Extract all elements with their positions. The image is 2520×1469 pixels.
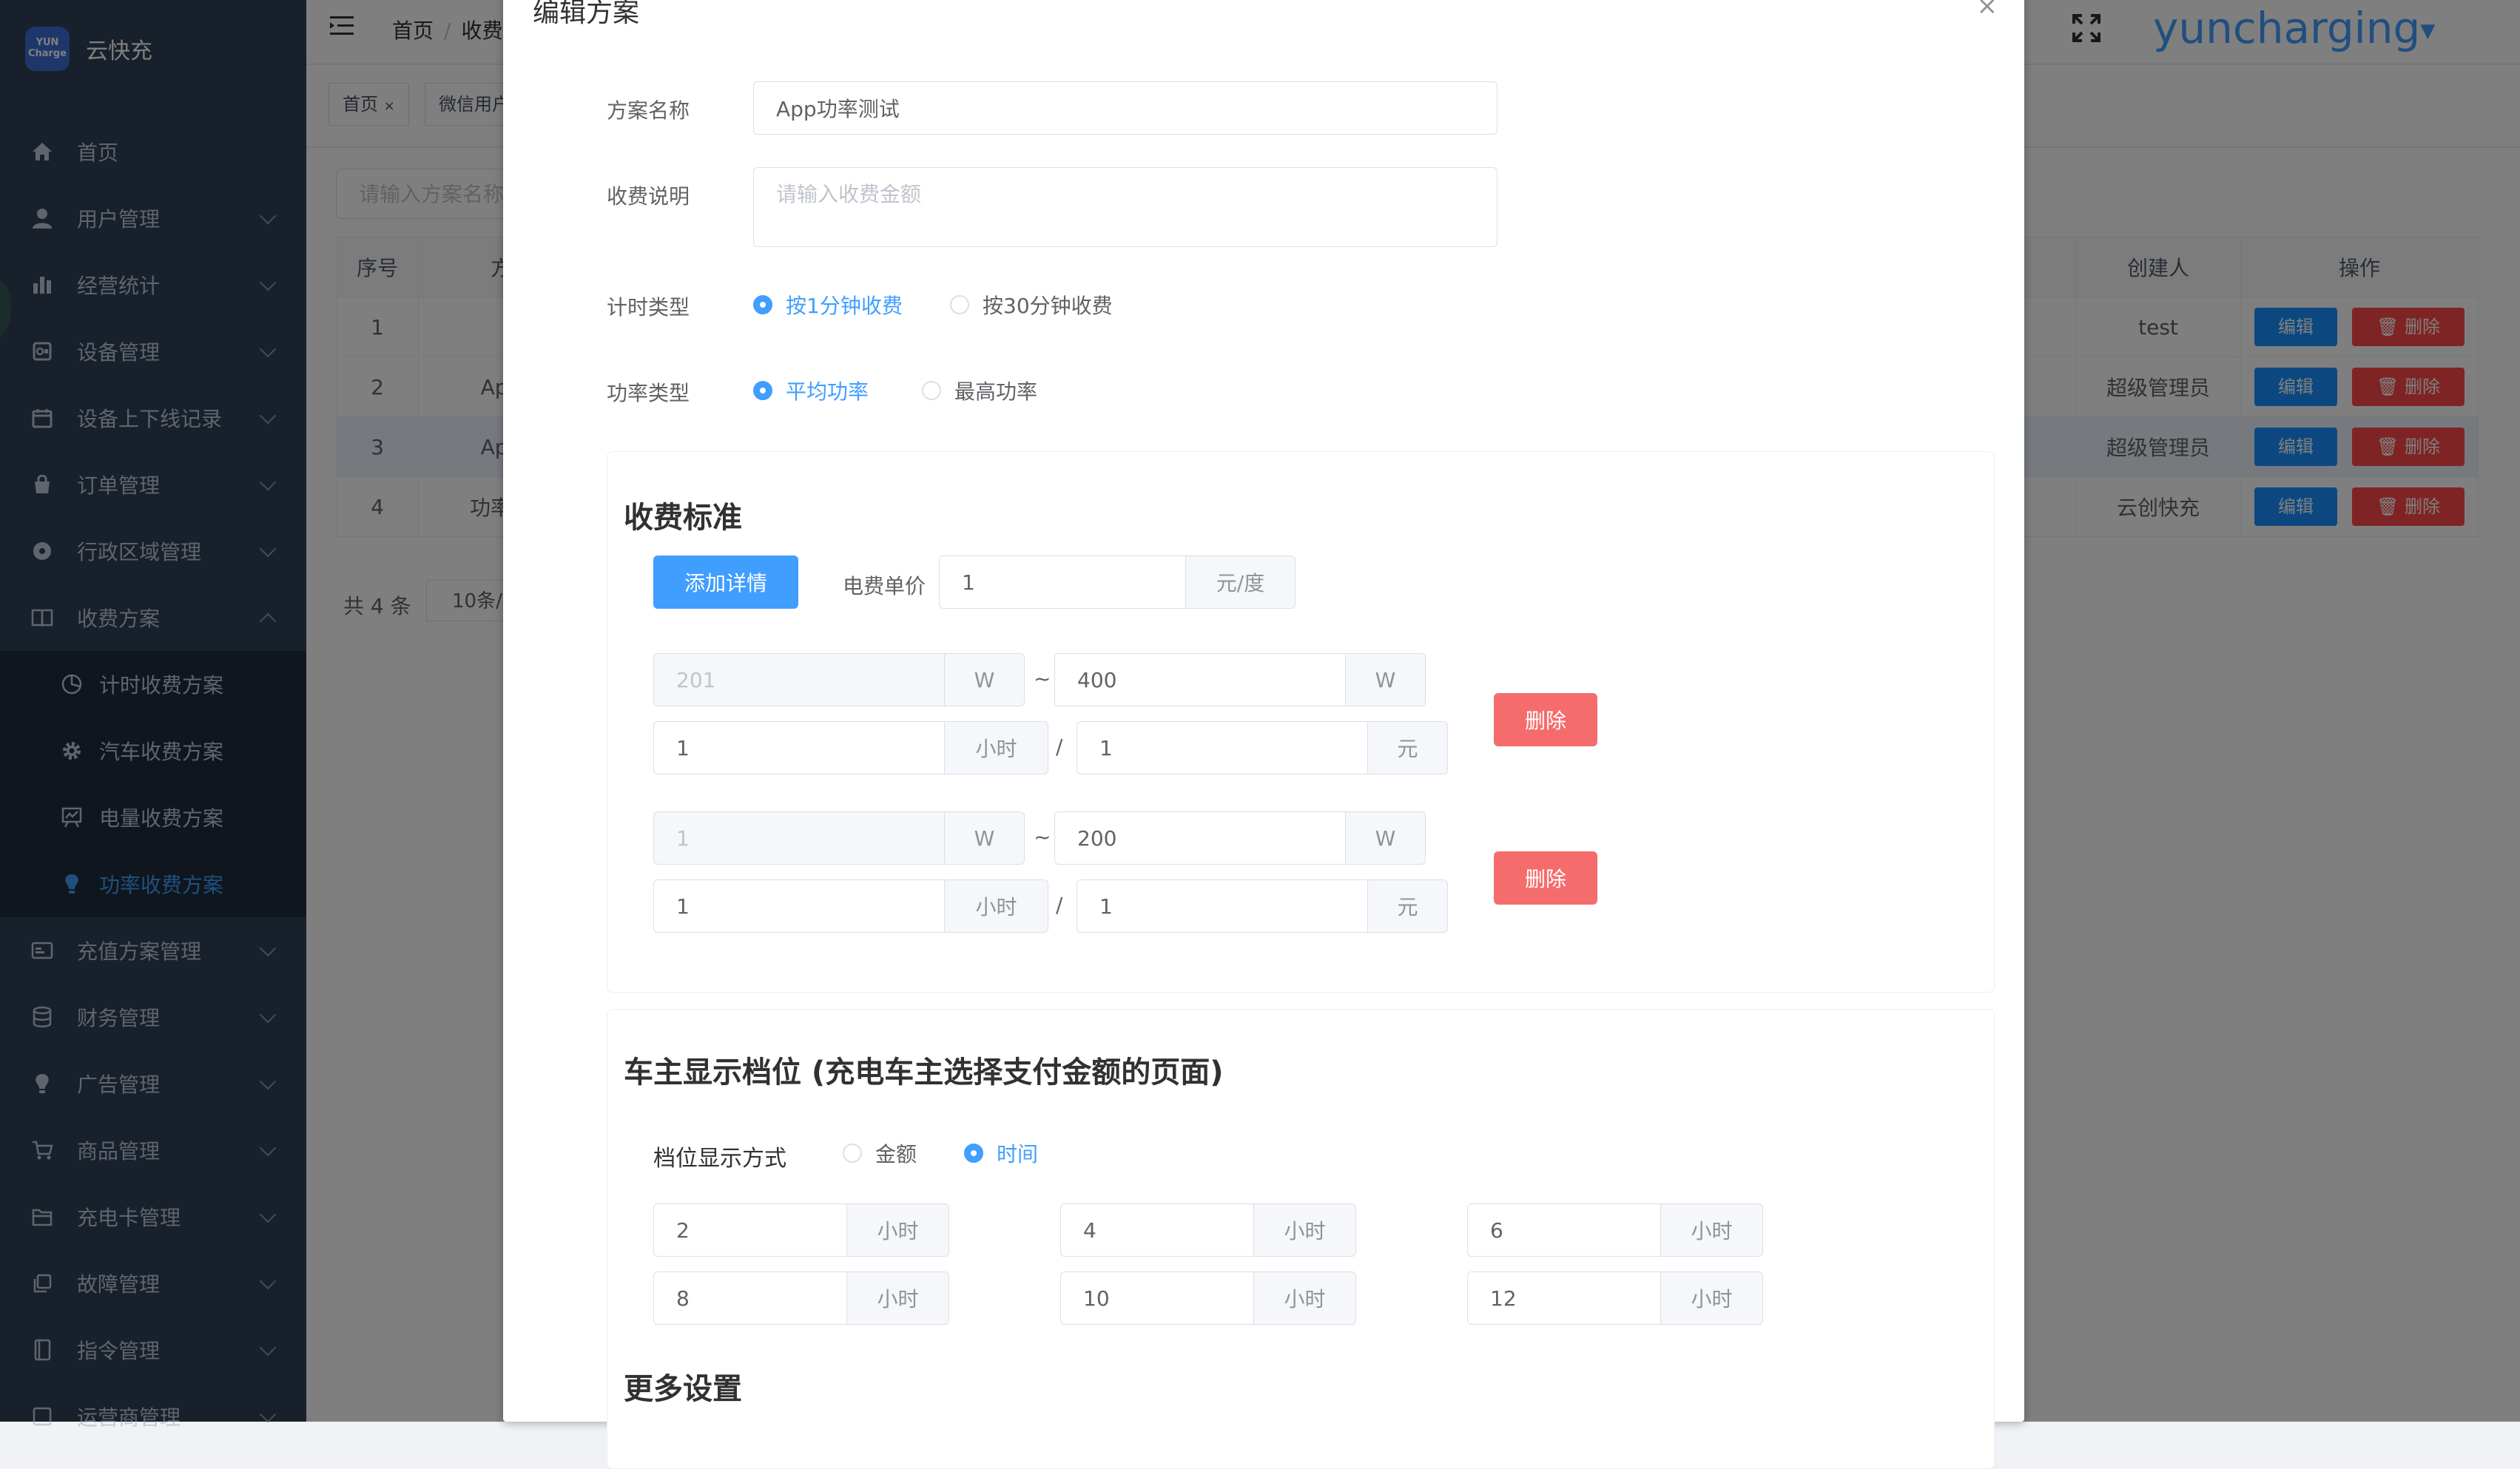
- radio-circle: [964, 1144, 983, 1163]
- radio-circle: [843, 1144, 862, 1163]
- rule-hours-input[interactable]: 1: [653, 879, 945, 933]
- edit-plan-dialog: 编辑方案 × 方案名称 App功率测试 收费说明 请输入收费金额 计时类型 按1…: [503, 0, 2024, 1469]
- power-type-label: 功率类型: [607, 381, 690, 405]
- hours-unit: 小时: [945, 879, 1048, 933]
- description-textarea[interactable]: 请输入收费金额: [753, 167, 1497, 247]
- plan-name-input[interactable]: App功率测试: [753, 81, 1497, 135]
- tier-mode-time-radio[interactable]: 时间: [964, 1138, 1038, 1168]
- tier-3-group: 6 小时: [1467, 1203, 1763, 1257]
- unit-price-input[interactable]: 1: [939, 555, 1186, 609]
- tier-input[interactable]: 6: [1467, 1203, 1661, 1257]
- radio-circle: [950, 295, 969, 314]
- delete-rule-button[interactable]: 删除: [1494, 851, 1597, 905]
- tier-unit: 小时: [1661, 1272, 1763, 1325]
- range-tilde: ~: [1034, 666, 1051, 691]
- tier-mode-label: 档位显示方式: [653, 1146, 786, 1172]
- rule-min-power-input[interactable]: 201: [653, 653, 945, 706]
- unit-price-suffix: 元/度: [1186, 555, 1296, 609]
- price-unit: 元: [1368, 879, 1448, 933]
- tier-display-card: 车主显示档位 (充电车主选择支付金额的页面) 档位显示方式 金额 时间 2 小时…: [607, 1009, 1995, 1469]
- close-icon[interactable]: ×: [1977, 0, 1998, 21]
- tier-input[interactable]: 10: [1060, 1272, 1254, 1325]
- plan-name-label: 方案名称: [607, 98, 690, 123]
- timing-type-label: 计时类型: [607, 295, 690, 320]
- radio-label: 金额: [875, 1142, 917, 1166]
- rule-slash: /: [1056, 734, 1063, 759]
- tier-6-group: 12 小时: [1467, 1272, 1763, 1325]
- tier-unit: 小时: [847, 1203, 949, 1257]
- hours-unit: 小时: [945, 721, 1048, 774]
- radio-circle: [922, 381, 941, 400]
- add-detail-button[interactable]: 添加详情: [653, 555, 798, 609]
- delete-rule-button[interactable]: 删除: [1494, 693, 1597, 746]
- rule-min-power-group: 1 W: [653, 811, 1025, 865]
- tier-input[interactable]: 8: [653, 1272, 847, 1325]
- power-unit: W: [1346, 811, 1426, 865]
- power-unit: W: [945, 811, 1025, 865]
- unit-price-label: 电费单价: [843, 574, 926, 598]
- power-unit: W: [945, 653, 1025, 706]
- radio-label: 时间: [997, 1142, 1039, 1166]
- tier-unit: 小时: [1254, 1272, 1356, 1325]
- unit-price-group: 1 元/度: [939, 555, 1296, 609]
- timing-1min-radio[interactable]: 按1分钟收费: [753, 290, 903, 320]
- radio-label: 按30分钟收费: [983, 294, 1113, 318]
- tier-unit: 小时: [1661, 1203, 1763, 1257]
- rule-hours-input[interactable]: 1: [653, 721, 945, 774]
- rule-max-power-group: 200 W: [1054, 811, 1426, 865]
- tier-1-group: 2 小时: [653, 1203, 949, 1257]
- fee-standard-title: 收费标准: [624, 501, 742, 535]
- rule-min-power-input[interactable]: 1: [653, 811, 945, 865]
- rule-max-power-input[interactable]: 200: [1054, 811, 1346, 865]
- power-max-radio[interactable]: 最高功率: [922, 376, 1037, 405]
- radio-label: 最高功率: [954, 379, 1038, 404]
- power-unit: W: [1346, 653, 1426, 706]
- rule-hours-group: 1 小时: [653, 879, 1048, 933]
- tier-input[interactable]: 12: [1467, 1272, 1661, 1325]
- price-unit: 元: [1368, 721, 1448, 774]
- fee-standard-card: 收费标准 添加详情 电费单价 1 元/度 201 W ~ 400 W 1 小时 …: [607, 451, 1995, 993]
- description-label: 收费说明: [607, 184, 690, 209]
- tier-mode-amount-radio[interactable]: 金额: [843, 1138, 917, 1168]
- radio-circle: [753, 381, 772, 400]
- rule-hours-group: 1 小时: [653, 721, 1048, 774]
- tier-input[interactable]: 2: [653, 1203, 847, 1257]
- rule-slash: /: [1056, 893, 1063, 917]
- tier-4-group: 8 小时: [653, 1272, 949, 1325]
- tier-5-group: 10 小时: [1060, 1272, 1356, 1325]
- rule-max-power-input[interactable]: 400: [1054, 653, 1346, 706]
- more-settings-title: 更多设置: [624, 1372, 742, 1406]
- radio-label: 平均功率: [786, 379, 869, 404]
- rule-price-input[interactable]: 1: [1077, 879, 1368, 933]
- tier-unit: 小时: [847, 1272, 949, 1325]
- dialog-title: 编辑方案: [533, 0, 640, 28]
- rule-max-power-group: 400 W: [1054, 653, 1426, 706]
- timing-30min-radio[interactable]: 按30分钟收费: [950, 290, 1113, 320]
- power-average-radio[interactable]: 平均功率: [753, 376, 869, 405]
- rule-price-input[interactable]: 1: [1077, 721, 1368, 774]
- rule-min-power-group: 201 W: [653, 653, 1025, 706]
- tier-display-title: 车主显示档位 (充电车主选择支付金额的页面): [624, 1056, 1224, 1090]
- tier-input[interactable]: 4: [1060, 1203, 1254, 1257]
- rule-price-group: 1 元: [1077, 721, 1448, 774]
- rule-price-group: 1 元: [1077, 879, 1448, 933]
- radio-circle: [753, 295, 772, 314]
- range-tilde: ~: [1034, 825, 1051, 849]
- radio-label: 按1分钟收费: [786, 294, 903, 318]
- tier-2-group: 4 小时: [1060, 1203, 1356, 1257]
- tier-unit: 小时: [1254, 1203, 1356, 1257]
